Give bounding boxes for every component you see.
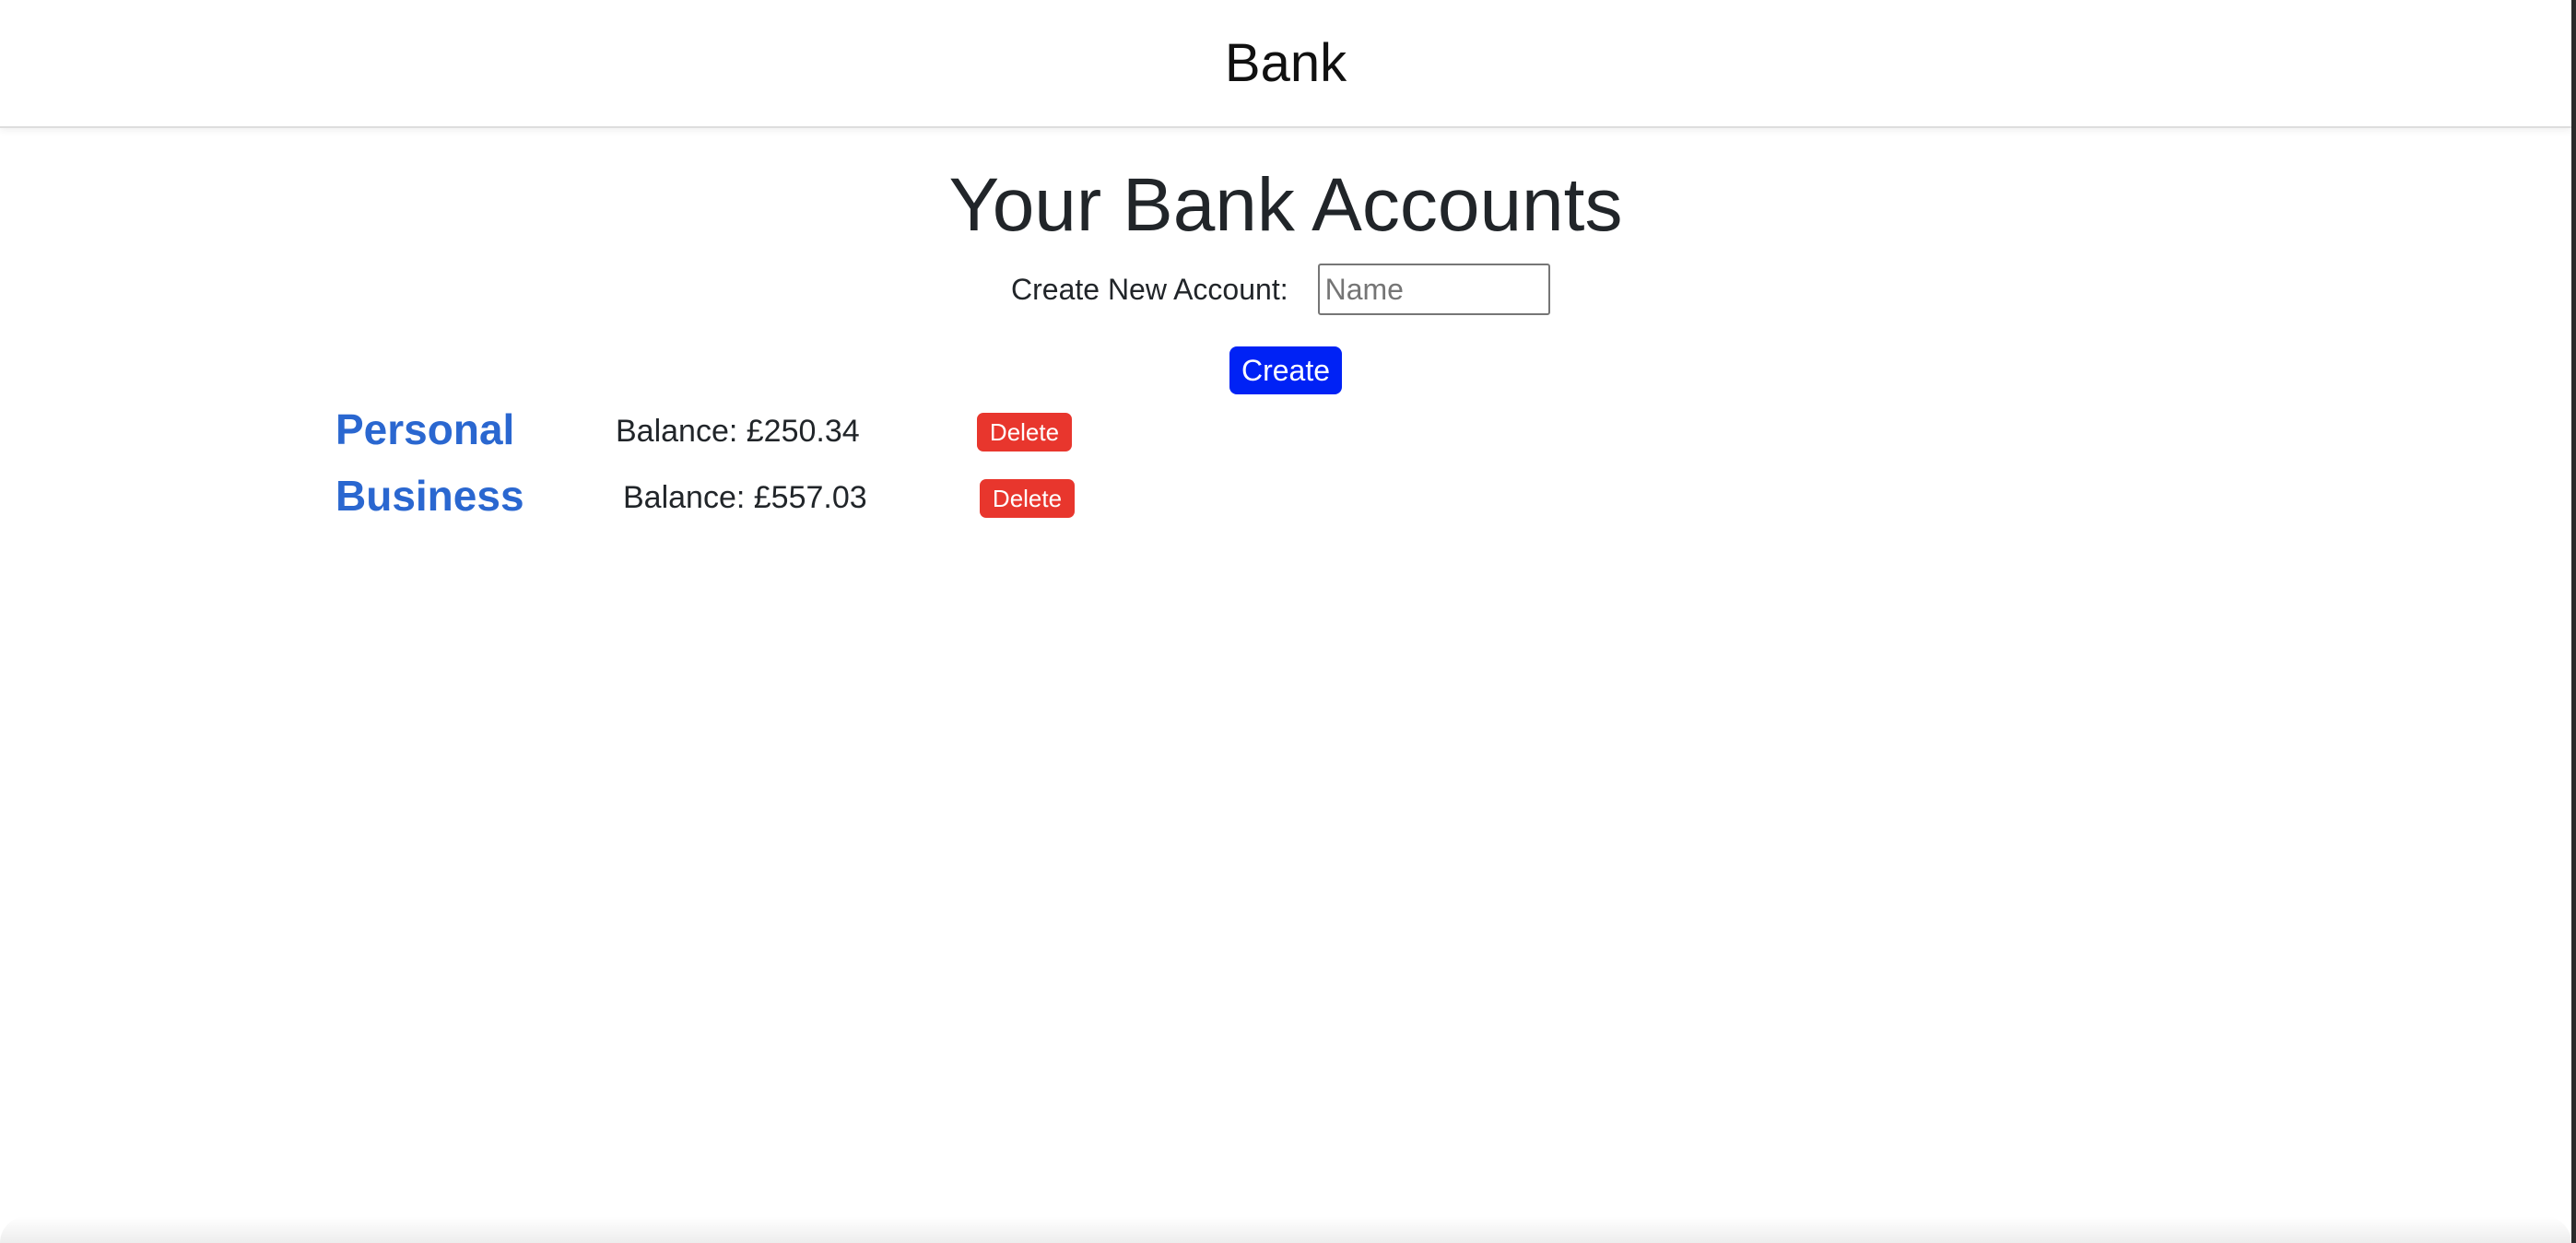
window-edge [2571,0,2576,1243]
page: Bank Your Bank Accounts Create New Accou… [0,0,2571,1243]
account-balance: Balance: £250.34 [616,414,860,449]
browser-viewport: Bank Your Bank Accounts Create New Accou… [0,0,2576,1243]
create-button[interactable]: Create [1229,346,1342,394]
delete-button-personal[interactable]: Delete [977,413,1072,451]
delete-button-business[interactable]: Delete [980,479,1075,518]
navbar: Bank [0,0,2571,128]
account-name-input[interactable] [1317,264,1550,315]
navbar-brand[interactable]: Bank [1225,32,1347,94]
create-account-form: Create New Account: [1011,262,1550,317]
page-bottom-shadow [0,1216,2571,1243]
account-link-personal[interactable]: Personal [335,402,514,457]
page-title: Your Bank Accounts [948,163,1623,247]
create-account-label: Create New Account: [1011,272,1288,306]
account-link-business[interactable]: Business [335,468,524,523]
account-balance: Balance: £557.03 [623,480,867,515]
